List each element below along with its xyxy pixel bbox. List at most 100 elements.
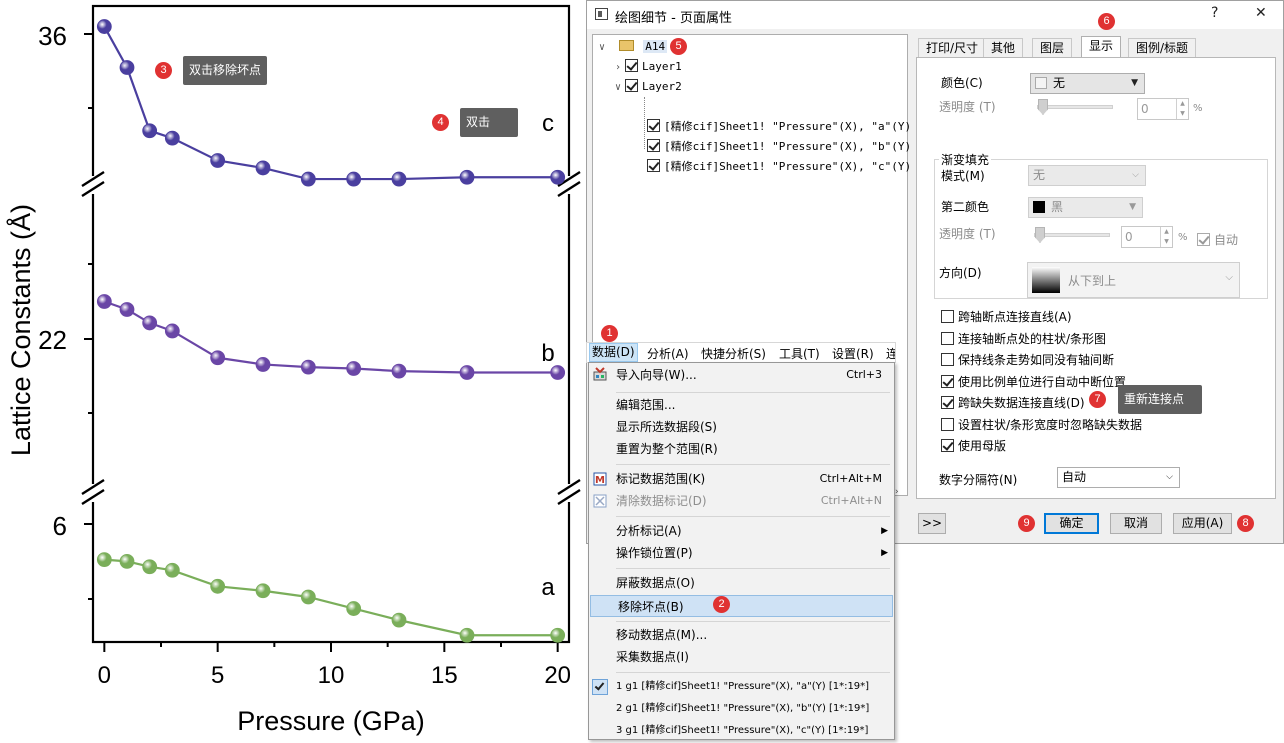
transparency-spinbox[interactable]: 0 ▲ ▼ — [1137, 98, 1189, 120]
digit-separator-combo[interactable]: 自动 ⌵ — [1057, 467, 1180, 488]
expand-icon[interactable]: › — [615, 59, 625, 77]
layer1-checkbox[interactable] — [625, 59, 638, 72]
mode-combo[interactable]: 无 ⌵ — [1028, 165, 1146, 186]
menu-data[interactable]: 数据(D) — [589, 343, 638, 362]
keep-line-trend-checkbox[interactable] — [941, 353, 954, 366]
data-point-b[interactable] — [142, 315, 158, 331]
data-point-a[interactable] — [119, 553, 135, 569]
menu-item-move-data-points[interactable]: 移动数据点(M)... — [589, 624, 894, 646]
data-point-c[interactable] — [119, 60, 135, 75]
menu-settings[interactable]: 设置(R) — [832, 345, 874, 362]
data-point-a[interactable] — [255, 583, 271, 599]
option-connect-break-bars[interactable]: 连接轴断点处的柱状/条形图 — [941, 330, 1106, 347]
expand-collapse-button[interactable]: >> — [918, 513, 946, 534]
use-scale-units-checkbox[interactable] — [941, 374, 954, 388]
data-point-b[interactable] — [550, 365, 566, 380]
data-point-b[interactable] — [119, 302, 135, 317]
menu-item-plot-b[interactable]: 2 g1 [精修cif]Sheet1! "Pressure"(X), "b"(Y… — [589, 698, 894, 720]
auto-checkbox-row[interactable]: 自动 — [1197, 231, 1238, 248]
data-point-b[interactable] — [210, 350, 226, 366]
collapse-icon[interactable]: ∨ — [615, 79, 625, 97]
ignore-missing-width-checkbox[interactable] — [941, 417, 954, 431]
layer2-checkbox[interactable] — [625, 79, 638, 92]
data-point-b[interactable] — [346, 361, 362, 376]
ok-button[interactable]: 确定 — [1044, 513, 1099, 534]
option-cross-break-line[interactable]: 跨轴断点连接直线(A) — [941, 308, 1072, 325]
spin-updown-icon[interactable]: ▲ ▼ — [1176, 99, 1188, 119]
tree-layer1[interactable]: › Layer1 — [615, 58, 682, 76]
cancel-button[interactable]: 取消 — [1110, 513, 1162, 534]
option-keep-line-trend[interactable]: 保持线条走势如同没有轴间断 — [941, 351, 1114, 368]
tab-other[interactable]: 其他 — [983, 38, 1024, 57]
menu-item-plot-a[interactable]: 1 g1 [精修cif]Sheet1! "Pressure"(X), "a"(Y… — [589, 676, 894, 698]
close-button[interactable]: ✕ — [1255, 5, 1267, 21]
menu-item-edit-range[interactable]: 编辑范围... — [589, 394, 894, 416]
data-point-c[interactable] — [164, 130, 180, 146]
tree-splitter-arrow[interactable]: › — [895, 487, 907, 501]
tab-display[interactable]: 显示 — [1081, 36, 1122, 58]
data-point-b[interactable] — [255, 357, 271, 372]
data-point-c[interactable] — [210, 153, 226, 168]
menu-item-lock-position[interactable]: 操作锁位置(P) ▶ — [589, 542, 894, 564]
data-point-c[interactable] — [255, 160, 271, 176]
menu-quick-analysis[interactable]: 快捷分析(S) — [701, 345, 766, 362]
data-point-c[interactable] — [346, 171, 362, 187]
tree-layer2[interactable]: ∨ Layer2 — [615, 78, 682, 96]
menu-tools[interactable]: 工具(T) — [779, 345, 820, 362]
menu-item-remove-bad-points[interactable]: 移除坏点(B) — [590, 595, 893, 617]
data-point-b[interactable] — [96, 294, 112, 309]
data-point-b[interactable] — [391, 363, 407, 379]
data-point-a[interactable] — [346, 601, 362, 616]
data-point-b[interactable] — [459, 365, 475, 380]
menu-item-mark-data-range[interactable]: 标记数据范围(K) Ctrl+Alt+M — [589, 468, 894, 490]
slider-thumb[interactable] — [1038, 99, 1048, 115]
option-use-master[interactable]: 使用母版 — [941, 437, 1006, 454]
data-point-c[interactable] — [300, 171, 316, 187]
menu-item-plot-c[interactable]: 3 g1 [精修cif]Sheet1! "Pressure"(X), "c"(Y… — [589, 720, 894, 742]
plot-c-checkbox[interactable] — [647, 159, 660, 172]
menu-item-analysis-marker[interactable]: 分析标记(A) ▶ — [589, 520, 894, 542]
tree-plot-c[interactable]: [精修cif]Sheet1! "Pressure"(X), "c"(Y) — [647, 158, 911, 176]
spin-updown-icon[interactable]: ▲ ▼ — [1160, 227, 1172, 247]
menu-item-import-wizard[interactable]: 导入向导(W)... Ctrl+3 — [589, 364, 894, 386]
connect-break-bars-checkbox[interactable] — [941, 331, 954, 345]
transparency2-spinbox[interactable]: 0 ▲ ▼ — [1121, 226, 1173, 248]
menu-analysis[interactable]: 分析(A) — [647, 345, 689, 362]
option-connect-missing-data[interactable]: 跨缺失数据连接直线(D) — [941, 394, 1085, 411]
use-master-checkbox[interactable] — [941, 439, 954, 452]
tab-legend-title[interactable]: 图例/标题 — [1128, 38, 1197, 57]
tab-print-size[interactable]: 打印/尺寸 — [918, 38, 987, 57]
plot-a-checkbox[interactable] — [647, 119, 660, 132]
data-point-a[interactable] — [96, 552, 112, 567]
data-point-c[interactable] — [142, 123, 158, 139]
color-combo[interactable]: 无 ▼ — [1030, 73, 1145, 94]
transparency2-slider[interactable] — [1034, 227, 1110, 243]
menu-item-clear-data-marker[interactable]: 清除数据标记(D) Ctrl+Alt+N — [589, 490, 894, 512]
connect-missing-data-checkbox[interactable] — [941, 396, 954, 409]
cross-break-line-checkbox[interactable] — [941, 310, 954, 323]
tab-layer[interactable]: 图层 — [1032, 38, 1073, 57]
plot-b-checkbox[interactable] — [647, 139, 660, 152]
tree-root[interactable]: ∨ A14 — [599, 38, 668, 57]
data-point-a[interactable] — [164, 562, 180, 578]
data-point-b[interactable] — [164, 323, 180, 339]
second-color-combo[interactable]: 黑 ▼ — [1028, 197, 1143, 218]
menu-item-gather-data-points[interactable]: 采集数据点(I) — [589, 646, 894, 668]
data-point-c[interactable] — [391, 171, 407, 187]
transparency-slider[interactable] — [1037, 99, 1113, 115]
menu-item-reset-range[interactable]: 重置为整个范围(R) — [589, 438, 894, 460]
option-use-scale-units[interactable]: 使用比例单位进行自动中断位置 — [941, 373, 1126, 390]
data-point-a[interactable] — [550, 627, 566, 643]
data-point-c[interactable] — [96, 19, 112, 34]
data-point-c[interactable] — [459, 169, 475, 185]
data-point-c[interactable] — [550, 169, 566, 185]
menu-item-mask-data-points[interactable]: 屏蔽数据点(O) — [589, 572, 894, 594]
auto-checkbox[interactable] — [1197, 233, 1210, 246]
menu-item-show-selected[interactable]: 显示所选数据段(S) — [589, 416, 894, 438]
data-point-b[interactable] — [300, 359, 316, 375]
tree-plot-b[interactable]: [精修cif]Sheet1! "Pressure"(X), "b"(Y) — [647, 138, 911, 156]
help-button[interactable]: ? — [1211, 5, 1218, 21]
data-point-a[interactable] — [300, 589, 316, 605]
tree-plot-a[interactable]: [精修cif]Sheet1! "Pressure"(X), "a"(Y) — [647, 118, 911, 136]
collapse-icon[interactable]: ∨ — [599, 39, 609, 57]
